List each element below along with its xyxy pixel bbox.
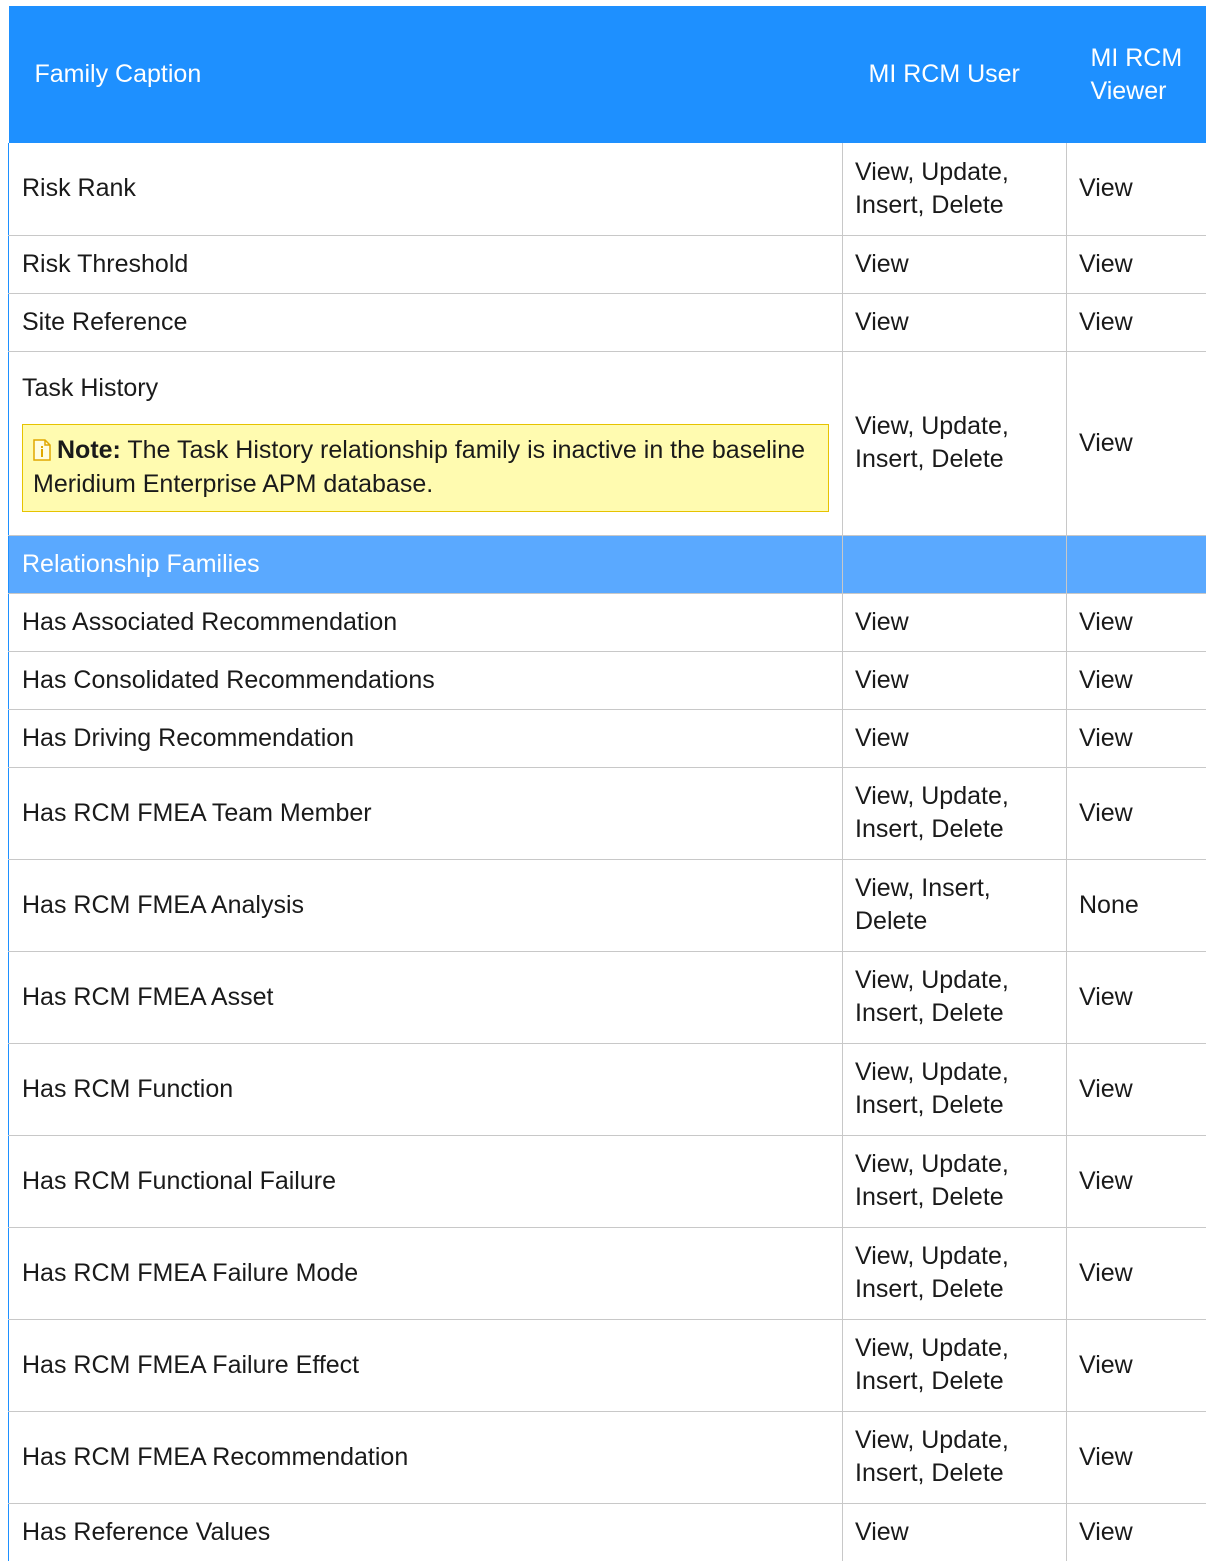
note-box: Note: The Task History relationship fami… — [22, 424, 829, 512]
family-cell: Has RCM FMEA Asset — [9, 951, 843, 1043]
table-row: Has Driving Recommendation View View — [9, 709, 1206, 767]
family-cell: Risk Rank — [9, 143, 843, 235]
section-spacer — [1067, 535, 1206, 593]
table-row: Has RCM FMEA Asset View, Update, Insert,… — [9, 951, 1206, 1043]
viewer-permission-cell: View — [1067, 651, 1206, 709]
header-mi-rcm-user: MI RCM User — [843, 6, 1067, 143]
table-header-row: Family Caption MI RCM User MI RCM Viewer — [9, 6, 1206, 143]
user-permission-cell: View — [843, 593, 1067, 651]
viewer-permission-cell: View — [1067, 1227, 1206, 1319]
table-row: Has Consolidated Recommendations View Vi… — [9, 651, 1206, 709]
table-row: Has RCM FMEA Recommendation View, Update… — [9, 1411, 1206, 1503]
viewer-permission-cell: View — [1067, 1411, 1206, 1503]
user-permission-cell: View, Insert, Delete — [843, 859, 1067, 951]
table-row: Site Reference View View — [9, 293, 1206, 351]
family-cell: Risk Threshold — [9, 235, 843, 293]
viewer-permission-cell: View — [1067, 767, 1206, 859]
user-permission-cell: View, Update, Insert, Delete — [843, 1135, 1067, 1227]
user-permission-cell: View, Update, Insert, Delete — [843, 767, 1067, 859]
family-cell: Site Reference — [9, 293, 843, 351]
user-permission-cell: View, Update, Insert, Delete — [843, 951, 1067, 1043]
family-name: Task History — [22, 372, 841, 405]
family-cell: Has RCM FMEA Failure Mode — [9, 1227, 843, 1319]
family-cell: Has RCM FMEA Recommendation — [9, 1411, 843, 1503]
table-row: Has RCM Function View, Update, Insert, D… — [9, 1043, 1206, 1135]
user-permission-cell: View, Update, Insert, Delete — [843, 1227, 1067, 1319]
table-row: Has Associated Recommendation View View — [9, 593, 1206, 651]
table-row: Has RCM FMEA Analysis View, Insert, Dele… — [9, 859, 1206, 951]
viewer-permission-cell: View — [1067, 143, 1206, 235]
security-permissions-table: Family Caption MI RCM User MI RCM Viewer… — [8, 6, 1206, 1561]
family-cell: Has RCM FMEA Team Member — [9, 767, 843, 859]
table-row: Has RCM FMEA Team Member View, Update, I… — [9, 767, 1206, 859]
table-row-task-history: Task History Note: The Task History rela… — [9, 351, 1206, 535]
viewer-permission-cell: View — [1067, 1043, 1206, 1135]
viewer-permission-cell: View — [1067, 293, 1206, 351]
viewer-permission-cell: None — [1067, 859, 1206, 951]
family-cell: Has RCM FMEA Analysis — [9, 859, 843, 951]
table-row: Risk Rank View, Update, Insert, Delete V… — [9, 143, 1206, 235]
family-cell: Has Reference Values — [9, 1503, 843, 1561]
table-row: Has RCM FMEA Failure Effect View, Update… — [9, 1319, 1206, 1411]
viewer-permission-cell: View — [1067, 593, 1206, 651]
viewer-permission-cell: View — [1067, 1319, 1206, 1411]
note-text: The Task History relationship family is … — [33, 436, 805, 498]
family-cell: Has RCM Function — [9, 1043, 843, 1135]
user-permission-cell: View — [843, 235, 1067, 293]
family-cell: Has Associated Recommendation — [9, 593, 843, 651]
user-permission-cell: View — [843, 1503, 1067, 1561]
user-permission-cell: View, Update, Insert, Delete — [843, 351, 1067, 535]
viewer-permission-cell: View — [1067, 235, 1206, 293]
note-document-icon — [33, 436, 51, 458]
viewer-permission-cell: View — [1067, 1135, 1206, 1227]
table-row: Risk Threshold View View — [9, 235, 1206, 293]
family-cell: Task History Note: The Task History rela… — [9, 351, 843, 535]
table-row: Has RCM Functional Failure View, Update,… — [9, 1135, 1206, 1227]
family-cell: Has RCM FMEA Failure Effect — [9, 1319, 843, 1411]
section-spacer — [843, 535, 1067, 593]
viewer-permission-cell: View — [1067, 709, 1206, 767]
header-family-caption: Family Caption — [9, 6, 843, 143]
header-mi-rcm-viewer: MI RCM Viewer — [1067, 6, 1206, 143]
viewer-permission-cell: View — [1067, 1503, 1206, 1561]
family-cell: Has Driving Recommendation — [9, 709, 843, 767]
family-cell: Has RCM Functional Failure — [9, 1135, 843, 1227]
family-cell: Has Consolidated Recommendations — [9, 651, 843, 709]
section-header-row: Relationship Families — [9, 535, 1206, 593]
user-permission-cell: View — [843, 651, 1067, 709]
table-row: Has Reference Values View View — [9, 1503, 1206, 1561]
section-label: Relationship Families — [9, 535, 843, 593]
user-permission-cell: View, Update, Insert, Delete — [843, 1043, 1067, 1135]
user-permission-cell: View — [843, 293, 1067, 351]
user-permission-cell: View, Update, Insert, Delete — [843, 1411, 1067, 1503]
user-permission-cell: View, Update, Insert, Delete — [843, 1319, 1067, 1411]
table-row: Has RCM FMEA Failure Mode View, Update, … — [9, 1227, 1206, 1319]
viewer-permission-cell: View — [1067, 351, 1206, 535]
viewer-permission-cell: View — [1067, 951, 1206, 1043]
note-label: Note: — [57, 436, 121, 464]
user-permission-cell: View — [843, 709, 1067, 767]
user-permission-cell: View, Update, Insert, Delete — [843, 143, 1067, 235]
